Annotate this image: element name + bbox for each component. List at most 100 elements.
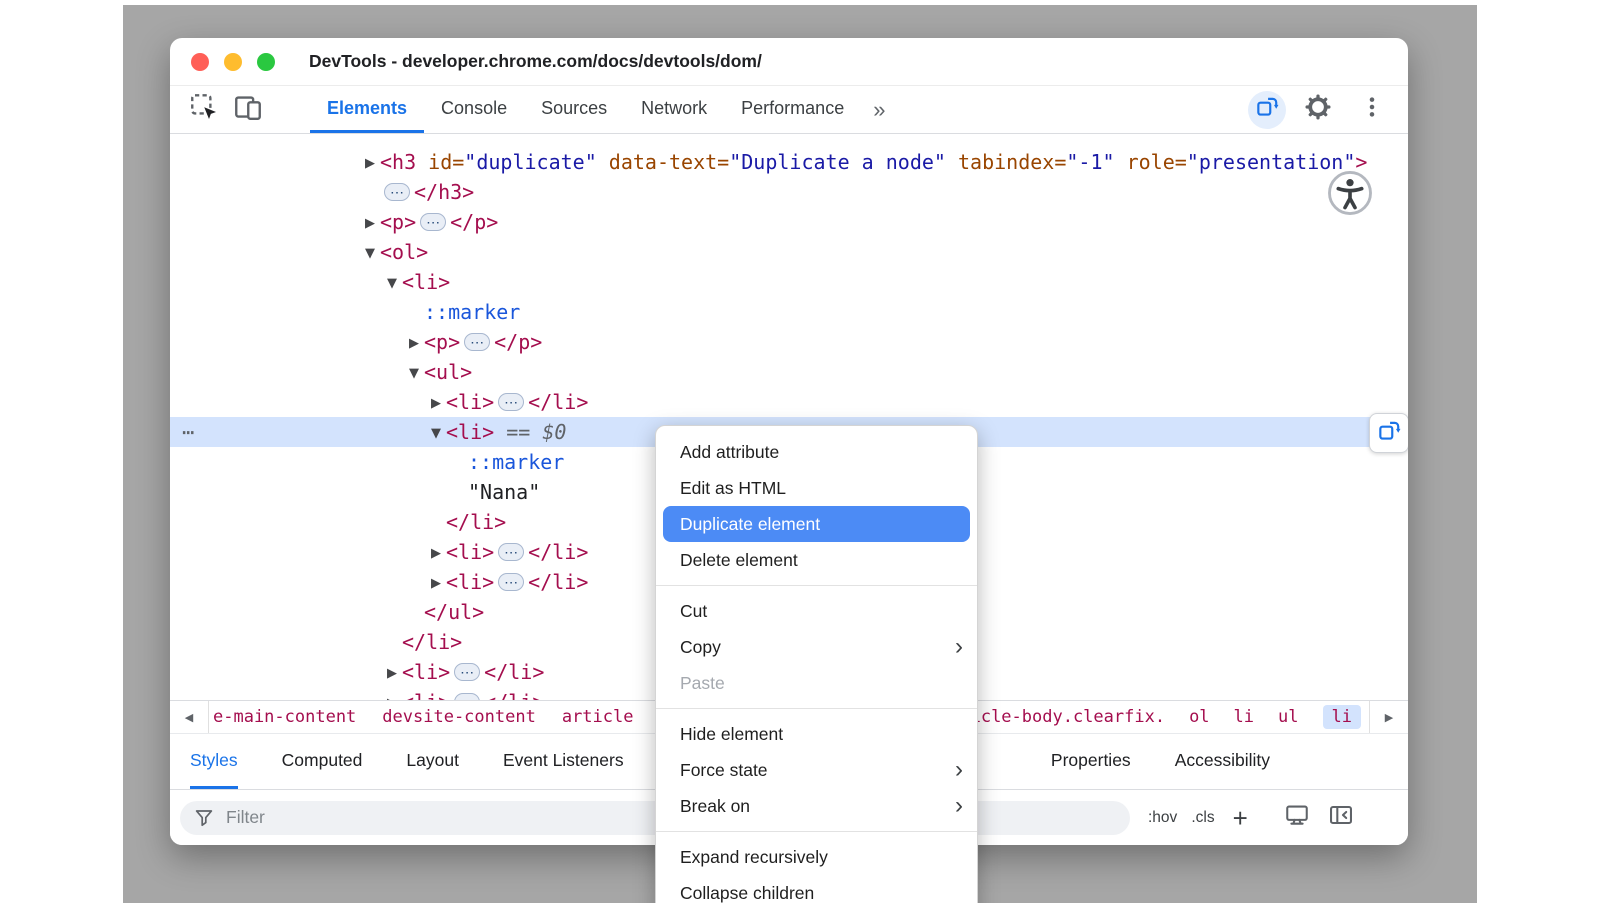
dom-tree-row[interactable]: ▼<ol> — [170, 237, 1408, 267]
settings-button[interactable] — [1296, 92, 1340, 127]
code-token: == — [494, 420, 542, 444]
minimize-button[interactable] — [224, 53, 242, 71]
menu-item-duplicate-element[interactable]: Duplicate element — [663, 506, 970, 542]
tab-accessibility[interactable]: Accessibility — [1175, 734, 1270, 789]
menu-item-hide-element[interactable]: Hide element — [656, 716, 977, 752]
menu-item-label: Expand recursively — [680, 847, 828, 867]
breadcrumb-item-article[interactable]: article — [562, 707, 634, 727]
expand-arrow-icon[interactable]: ▶ — [426, 389, 446, 419]
dom-tree-row[interactable]: ▶<p>⋯</p> — [170, 207, 1408, 237]
expand-arrow-icon[interactable]: ▶ — [382, 689, 402, 700]
tab-event-listeners[interactable]: Event Listeners — [503, 734, 624, 789]
close-button[interactable] — [191, 53, 209, 71]
tab-styles[interactable]: Styles — [190, 734, 238, 789]
toolbar-right — [1248, 86, 1408, 133]
device-toolbar-button[interactable] — [226, 86, 270, 133]
inline-expand-button[interactable]: ⋯ — [498, 393, 524, 411]
inline-expand-button[interactable]: ⋯ — [454, 663, 480, 681]
menu-item-label: Duplicate element — [680, 514, 820, 534]
code-token: <h3 — [380, 150, 416, 174]
breadcrumb-scroll-right-button[interactable]: ▶ — [1369, 701, 1408, 733]
collapse-arrow-icon[interactable]: ▼ — [404, 359, 424, 389]
filter-placeholder: Filter — [226, 807, 265, 828]
collapse-arrow-icon[interactable]: ▼ — [426, 419, 446, 449]
collapse-arrow-icon[interactable]: ▼ — [360, 239, 380, 269]
code-token: </li> — [528, 390, 588, 414]
dock-side-button[interactable] — [1328, 802, 1354, 833]
tab-network[interactable]: Network — [624, 86, 724, 133]
inline-expand-button[interactable]: ⋯ — [464, 333, 490, 351]
inspect-cursor-icon — [189, 92, 219, 127]
inline-expand-button[interactable]: ⋯ — [420, 213, 446, 231]
more-panels-button[interactable]: » — [861, 86, 897, 133]
overflow-menu-button[interactable] — [1350, 94, 1394, 125]
menu-item-collapse-children[interactable]: Collapse children — [656, 875, 977, 903]
screen-emulation-button[interactable] — [1284, 802, 1310, 833]
inline-expand-button[interactable]: ⋯ — [498, 573, 524, 591]
menu-item-copy[interactable]: Copy› — [656, 629, 977, 665]
code-token: <li> — [446, 540, 494, 564]
breadcrumb-item-ol[interactable]: ol — [1189, 707, 1209, 727]
expand-arrow-icon[interactable]: ▶ — [426, 569, 446, 599]
code-token: <li> — [402, 660, 450, 684]
menu-item-cut[interactable]: Cut — [656, 593, 977, 629]
zoom-button[interactable] — [257, 53, 275, 71]
inspect-element-button[interactable] — [182, 86, 226, 133]
inline-expand-button[interactable]: ⋯ — [384, 183, 410, 201]
collapse-arrow-icon[interactable]: ▼ — [382, 269, 402, 299]
dom-tree-row[interactable]: ::marker — [170, 297, 1408, 327]
breadcrumb-item-ul[interactable]: ul — [1278, 707, 1298, 727]
tab-sources[interactable]: Sources — [524, 86, 624, 133]
dom-tree-row[interactable]: ▼<ul> — [170, 357, 1408, 387]
tab-properties[interactable]: Properties — [1051, 734, 1131, 789]
square-arrow-icon — [1376, 418, 1402, 449]
menu-item-break-on[interactable]: Break on› — [656, 788, 977, 824]
code-token: </li> — [528, 570, 588, 594]
menu-item-force-state[interactable]: Force state› — [656, 752, 977, 788]
tab-console[interactable]: Console — [424, 86, 524, 133]
code-token: <ol> — [380, 240, 428, 264]
tab-layout[interactable]: Layout — [406, 734, 459, 789]
code-token: <ul> — [424, 360, 472, 384]
expand-arrow-icon[interactable]: ▶ — [382, 659, 402, 689]
code-token: </li> — [484, 660, 544, 684]
menu-item-label: Cut — [680, 601, 707, 621]
breadcrumbs-right: rticle-body.clearfix. ol li ul li — [950, 705, 1369, 729]
breadcrumb-item-li[interactable]: li — [1323, 705, 1361, 729]
sidebar-tabs-right: Properties Accessibility — [1051, 734, 1408, 789]
dom-tree-row[interactable]: ▼<li> — [170, 267, 1408, 297]
dom-tree-row[interactable]: ▶<p>⋯</p> — [170, 327, 1408, 357]
breadcrumb-item-e-main-content[interactable]: e-main-content — [213, 707, 356, 727]
toggle-element-state-button[interactable]: :hov — [1148, 809, 1177, 827]
expand-arrow-icon[interactable]: ▶ — [360, 209, 380, 239]
node-badge-button[interactable] — [1369, 413, 1408, 453]
inline-expand-button[interactable]: ⋯ — [498, 543, 524, 561]
tab-elements[interactable]: Elements — [310, 86, 424, 133]
code-token: role= — [1115, 150, 1187, 174]
inline-expand-button[interactable]: ⋯ — [454, 693, 480, 700]
menu-item-delete-element[interactable]: Delete element — [656, 542, 977, 578]
dom-tree-row[interactable]: ▶<li>⋯</li> — [170, 387, 1408, 417]
expand-arrow-icon[interactable]: ▶ — [404, 329, 424, 359]
code-token: </li> — [484, 690, 544, 700]
breadcrumb-item-devsite-content[interactable]: devsite-content — [382, 707, 536, 727]
square-arrow-button[interactable] — [1248, 91, 1286, 129]
dom-tree-row[interactable]: ⋯</h3> — [170, 177, 1408, 207]
element-classes-button[interactable]: .cls — [1191, 809, 1214, 827]
new-style-rule-button[interactable]: + — [1233, 805, 1248, 831]
titlebar: DevTools - developer.chrome.com/docs/dev… — [170, 38, 1408, 86]
breadcrumb-scroll-left-button[interactable]: ◀ — [170, 701, 209, 733]
expand-arrow-icon[interactable]: ▶ — [360, 149, 380, 179]
menu-item-add-attribute[interactable]: Add attribute — [656, 434, 977, 470]
menu-item-edit-as-html[interactable]: Edit as HTML — [656, 470, 977, 506]
tab-performance[interactable]: Performance — [724, 86, 861, 133]
breadcrumb-item-li[interactable]: li — [1234, 707, 1254, 727]
tab-computed[interactable]: Computed — [282, 734, 363, 789]
expand-arrow-icon[interactable]: ▶ — [426, 539, 446, 569]
breadcrumb-item-rticle-body-clearfix[interactable]: rticle-body.clearfix. — [950, 707, 1165, 727]
dom-tree-row[interactable]: ▶<h3 id="duplicate" data-text="Duplicate… — [170, 147, 1408, 177]
breadcrumbs-left: e-main-content devsite-content article — [209, 707, 633, 727]
menu-item-expand-recursively[interactable]: Expand recursively — [656, 839, 977, 875]
code-token: "Nana" — [468, 480, 540, 504]
code-token: <p> — [424, 330, 460, 354]
